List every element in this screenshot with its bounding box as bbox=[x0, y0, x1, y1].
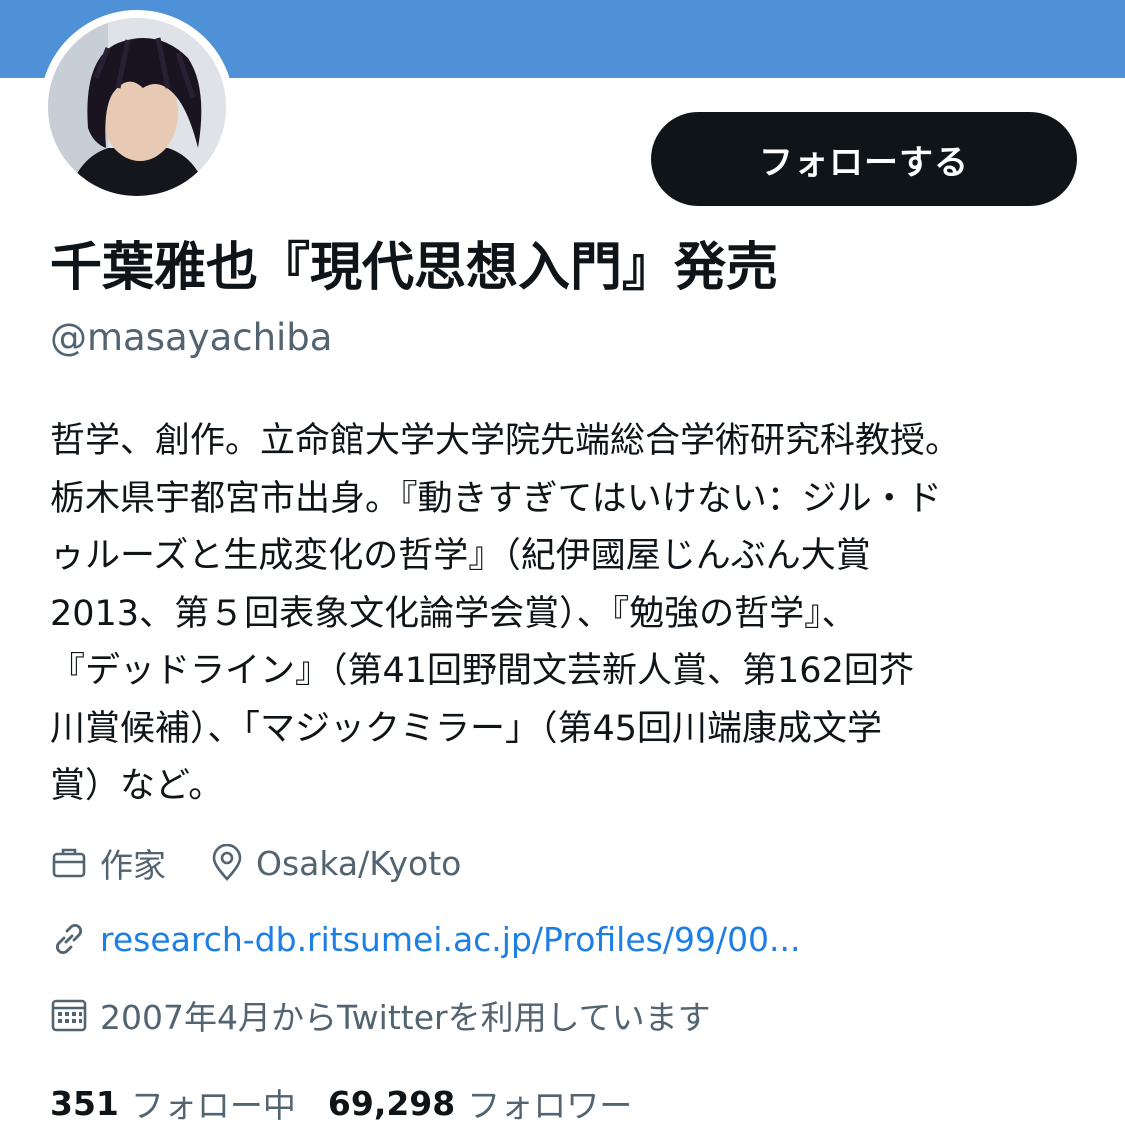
avatar-image bbox=[48, 18, 226, 196]
profile-meta-row: 作家 Osaka/Kyoto bbox=[50, 838, 461, 888]
profile-website-row: research-db.ritsumei.ac.jp/Profiles/99/0… bbox=[50, 914, 801, 964]
follow-stats: 351 フォロー中 69,298 フォロワー bbox=[50, 1078, 632, 1128]
user-handle: @masayachiba bbox=[50, 316, 333, 359]
calendar-icon bbox=[50, 996, 88, 1034]
follow-button[interactable]: フォローする bbox=[651, 112, 1077, 206]
followers-link[interactable]: 69,298 フォロワー bbox=[328, 1079, 632, 1127]
joined-date-text: 2007年4月からTwitterを利用しています bbox=[100, 998, 711, 1037]
profession-text: 作家 bbox=[100, 846, 166, 885]
following-count: 351 bbox=[50, 1083, 119, 1123]
bio: 哲学、創作。立命館大学大学院先端総合学術研究科教授。 栃木県宇都宮市出身。『動き… bbox=[50, 421, 961, 806]
following-label: フォロー中 bbox=[130, 1086, 296, 1125]
link-icon bbox=[50, 920, 88, 958]
location-text: Osaka/Kyoto bbox=[256, 843, 462, 883]
followers-label: フォロワー bbox=[467, 1086, 633, 1125]
following-link[interactable]: 351 フォロー中 bbox=[50, 1079, 296, 1127]
followers-count: 69,298 bbox=[327, 1083, 456, 1123]
website-link[interactable]: research-db.ritsumei.ac.jp/Profiles/99/0… bbox=[100, 920, 801, 959]
briefcase-icon bbox=[50, 844, 88, 882]
profile-joined-row: 2007年4月からTwitterを利用しています bbox=[50, 990, 711, 1040]
avatar[interactable] bbox=[48, 18, 226, 196]
display-name: 千葉雅也『現代思想入門』発売 bbox=[50, 238, 779, 298]
location-pin-icon bbox=[210, 844, 244, 882]
